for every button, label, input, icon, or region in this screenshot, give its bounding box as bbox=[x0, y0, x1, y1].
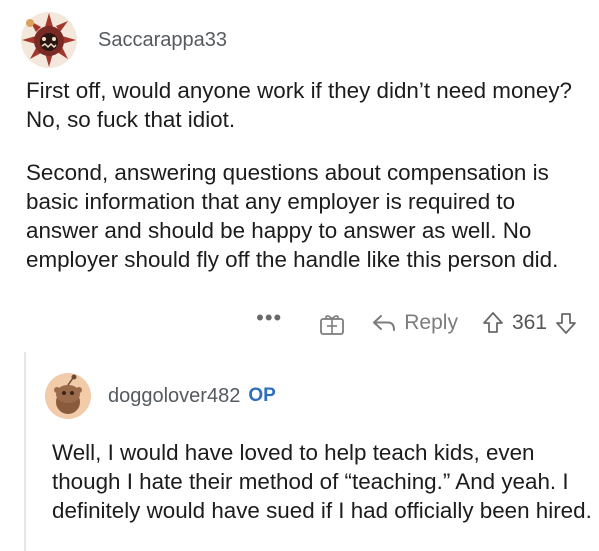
reply-button[interactable]: Reply bbox=[372, 311, 458, 335]
more-options-button[interactable]: ••• bbox=[256, 305, 282, 331]
op-badge: OP bbox=[248, 385, 276, 406]
reply-text: Well, I would have loved to help teach k… bbox=[52, 440, 592, 523]
comment-paragraph-1: First off, would anyone work if they did… bbox=[26, 78, 572, 132]
vote-controls: 361 bbox=[482, 311, 577, 335]
comment-paragraph-2: Second, answering questions about compen… bbox=[26, 160, 559, 272]
reply-username[interactable]: doggolover482 bbox=[108, 385, 240, 408]
comment-header: Saccarappa33 bbox=[20, 8, 227, 72]
reply-label: Reply bbox=[404, 311, 458, 334]
gift-icon[interactable] bbox=[318, 310, 346, 336]
upvote-icon[interactable] bbox=[482, 311, 504, 335]
downvote-icon[interactable] bbox=[555, 311, 577, 335]
vote-count: 361 bbox=[511, 311, 547, 334]
comment-username[interactable]: Saccarappa33 bbox=[98, 29, 227, 52]
comment-action-bar: ••• Reply 361 bbox=[256, 305, 577, 340]
avatar[interactable] bbox=[44, 372, 92, 420]
avatar[interactable] bbox=[20, 11, 78, 69]
reply-arrow-icon bbox=[373, 315, 396, 331]
thread-line[interactable] bbox=[24, 352, 26, 551]
reply-header: doggolover482 OP bbox=[44, 370, 276, 422]
